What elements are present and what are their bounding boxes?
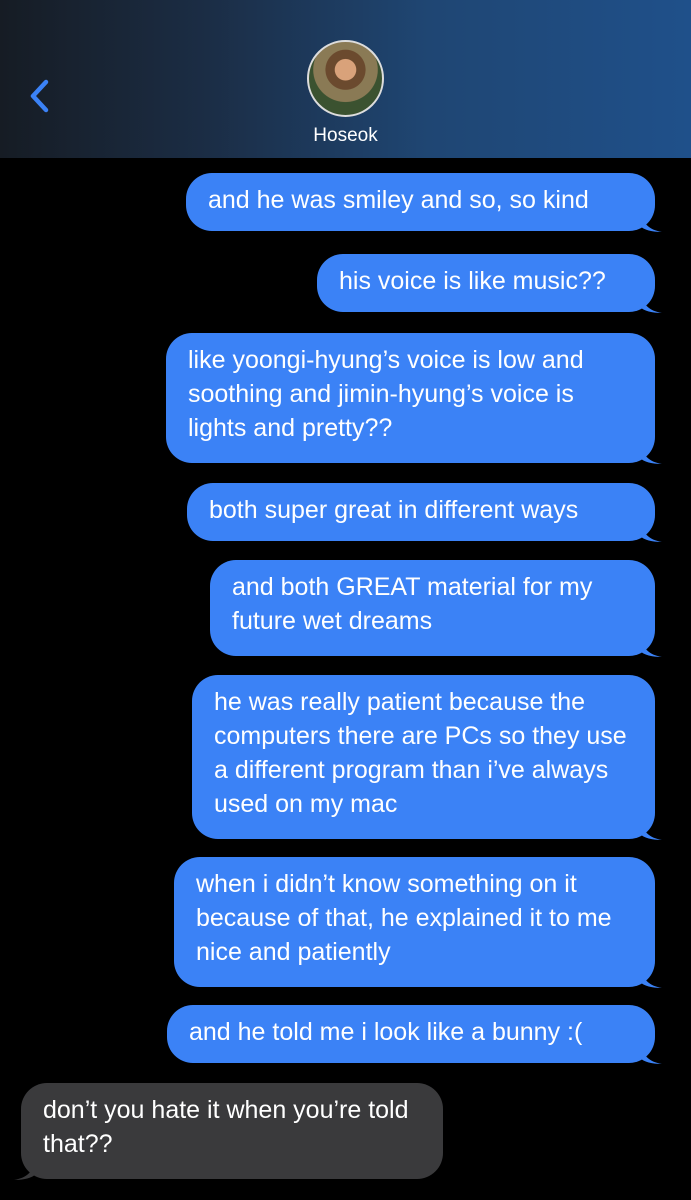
message-text: his voice is like music?? <box>339 267 606 295</box>
message-text: and he told me i look like a bunny :( <box>189 1018 583 1046</box>
contact-avatar[interactable] <box>307 40 384 117</box>
chevron-left-icon <box>30 79 49 113</box>
message-text: he was really patient because the comput… <box>214 688 627 818</box>
message-bubble-outgoing[interactable]: he was really patient because the comput… <box>192 675 662 840</box>
message-text: and he was smiley and so, so kind <box>208 186 589 214</box>
message-bubble-outgoing[interactable]: like yoongi-hyung’s voice is low and soo… <box>166 333 662 464</box>
message-thread: and he was smiley and so, so kind his vo… <box>0 158 691 1200</box>
message-text: don’t you hate it when you’re told that?… <box>43 1096 409 1158</box>
message-bubble-outgoing[interactable]: his voice is like music?? <box>317 254 662 313</box>
back-button[interactable] <box>26 76 56 116</box>
contact-name[interactable]: Hoseok <box>0 125 691 147</box>
message-bubble-outgoing[interactable]: and both GREAT material for my future we… <box>210 560 662 657</box>
message-text: both super great in different ways <box>209 496 579 524</box>
conversation-header: Hoseok <box>0 0 691 158</box>
message-bubble-outgoing[interactable]: and he was smiley and so, so kind <box>186 173 662 232</box>
message-text: like yoongi-hyung’s voice is low and soo… <box>188 346 584 442</box>
message-text: and both GREAT material for my future we… <box>232 573 593 635</box>
message-bubble-incoming[interactable]: don’t you hate it when you’re told that?… <box>14 1083 443 1180</box>
bubble-tail <box>640 520 662 542</box>
bubble-tail <box>640 442 662 464</box>
message-bubble-outgoing[interactable]: both super great in different ways <box>187 483 662 542</box>
bubble-tail <box>640 291 662 313</box>
bubble-tail <box>640 210 662 232</box>
bubble-tail <box>640 635 662 657</box>
message-bubble-outgoing[interactable]: when i didn’t know something on it becau… <box>174 857 662 988</box>
bubble-tail <box>14 1158 36 1180</box>
message-bubble-outgoing[interactable]: and he told me i look like a bunny :( <box>167 1005 662 1064</box>
bubble-tail <box>640 966 662 988</box>
bubble-tail <box>640 818 662 840</box>
bubble-tail <box>640 1042 662 1064</box>
message-text: when i didn’t know something on it becau… <box>196 870 612 966</box>
